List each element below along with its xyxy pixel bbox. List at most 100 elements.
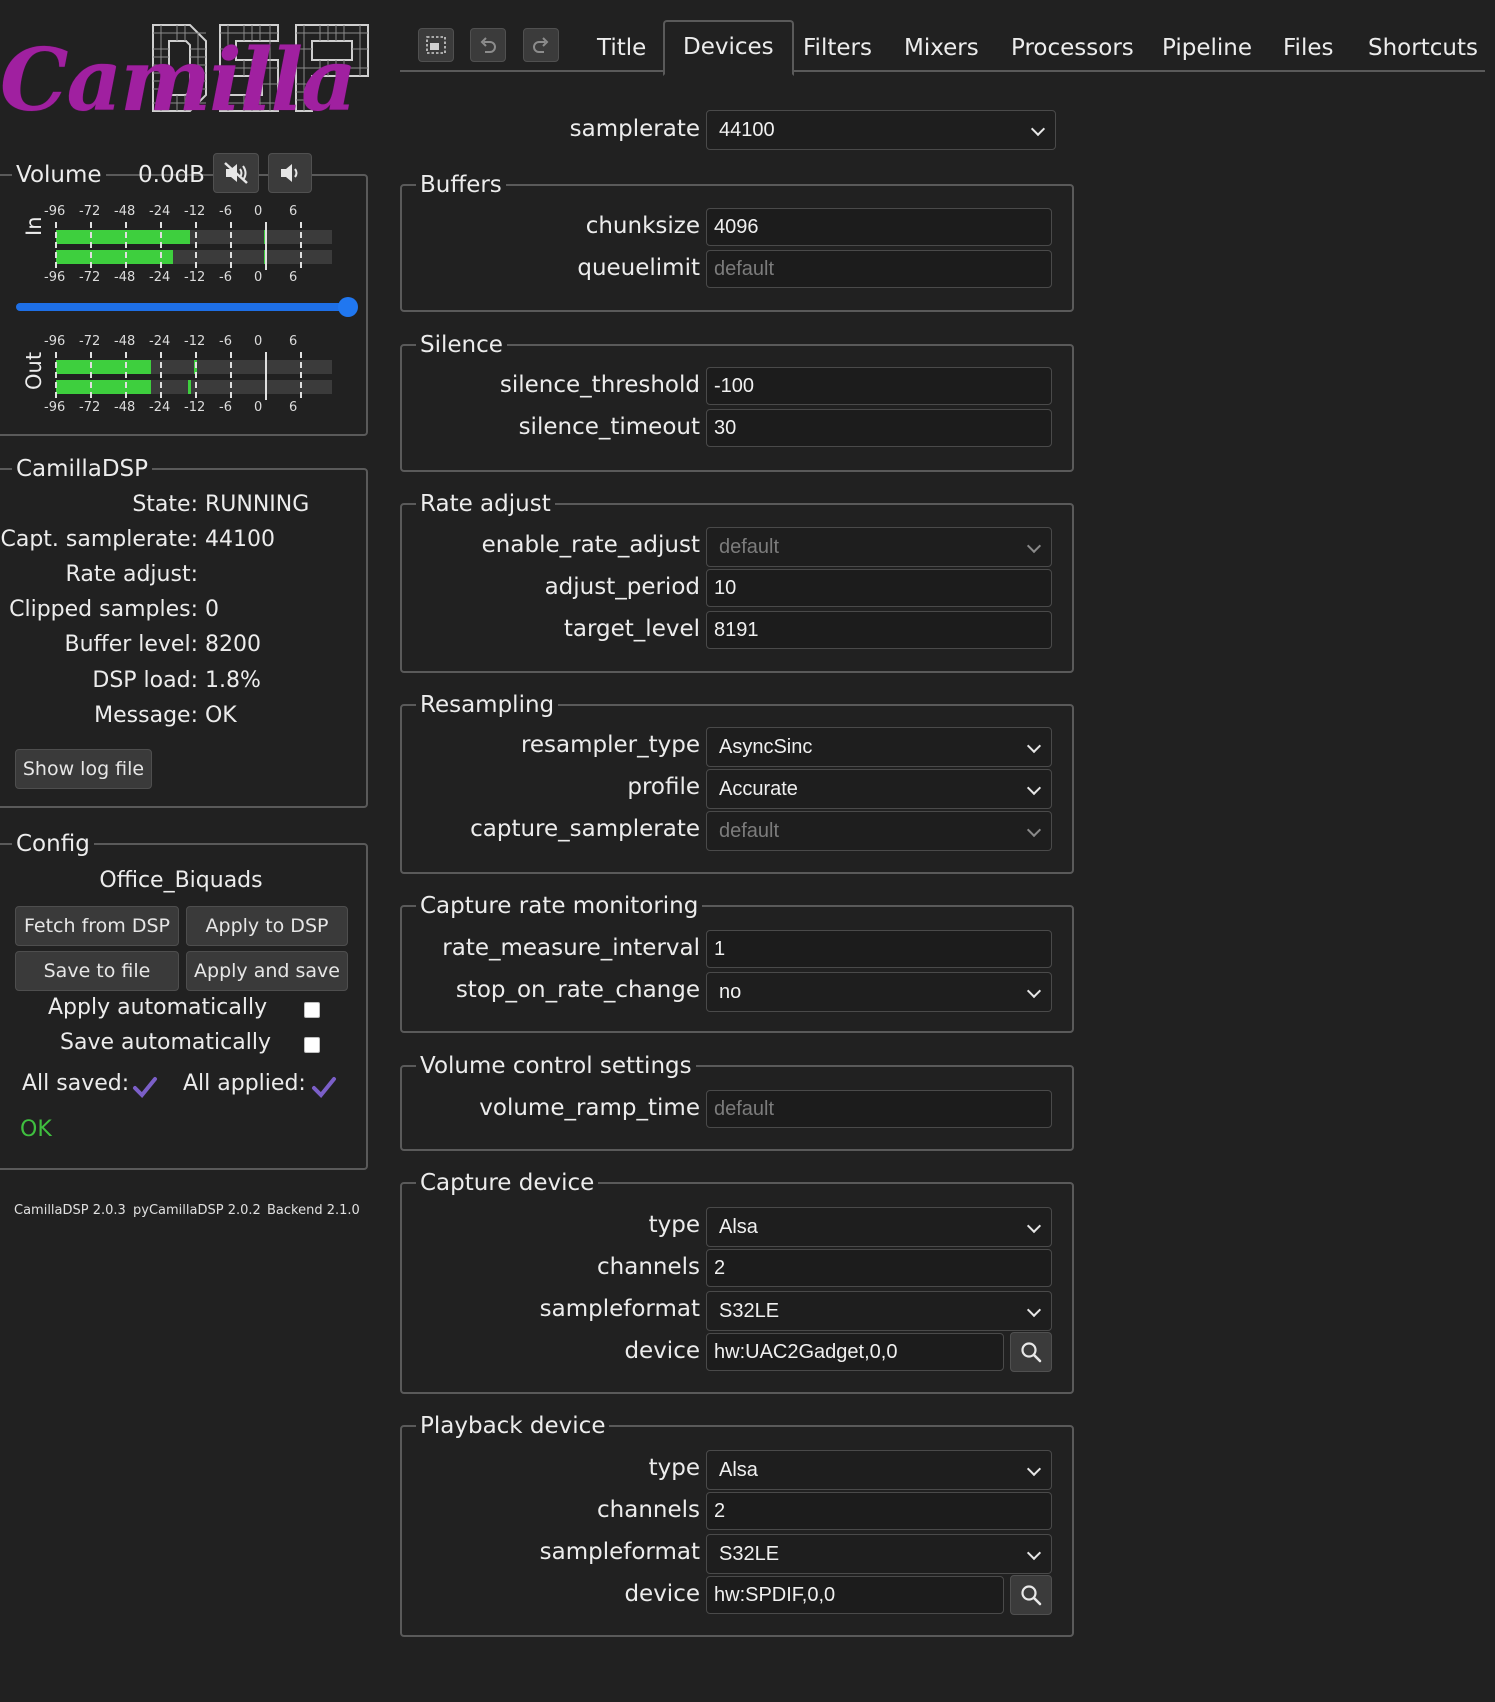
search-icon (1021, 1342, 1042, 1363)
save-automatically-checkbox[interactable] (304, 1037, 320, 1053)
out-scale-label-top: -96 (44, 334, 66, 349)
tab-title[interactable]: Title (597, 24, 646, 72)
volume-slider[interactable] (16, 297, 358, 317)
capture-type-label: type (648, 1212, 700, 1238)
capture-device-input[interactable]: hw:UAC2Gadget,0,0 (706, 1333, 1004, 1371)
in-meter-level (56, 230, 191, 244)
status-value: 8200 (198, 632, 261, 657)
in-scale-label-bottom: -24 (149, 270, 171, 285)
pycamilladsp-version: pyCamillaDSP 2.0.2 (133, 1203, 261, 1218)
queuelimit-input[interactable]: default (706, 250, 1052, 288)
capture-device-legend: Capture device (416, 1168, 599, 1198)
profile-select[interactable]: Accurate (706, 769, 1052, 809)
tab-filters[interactable]: Filters (803, 24, 872, 72)
status-value: RUNNING (198, 492, 310, 517)
chevron-down-icon (1026, 738, 1042, 754)
apply-to-dsp-button[interactable]: Apply to DSP (186, 906, 348, 946)
tab-processors[interactable]: Processors (1011, 24, 1134, 72)
stop-on-rate-change-value: no (719, 981, 742, 1003)
out-scale-label-bottom: -24 (149, 400, 171, 415)
select-all-button[interactable] (418, 28, 454, 62)
tab-pipeline[interactable]: Pipeline (1162, 24, 1252, 72)
in-scale-tick (55, 222, 57, 270)
playback-device-search-button[interactable] (1010, 1575, 1052, 1615)
capture-device-search-button[interactable] (1010, 1332, 1052, 1372)
config-message: OK (20, 1117, 52, 1142)
capture-type-select[interactable]: Alsa (706, 1207, 1052, 1247)
in-scale-label-top: -24 (149, 204, 171, 219)
status-label: Capt. samplerate: (0, 527, 198, 552)
status-row: Buffer level: 8200 (0, 632, 261, 657)
volume-ramp-time-input[interactable]: default (706, 1090, 1052, 1128)
capture-sampleformat-label: sampleformat (539, 1296, 700, 1322)
out-scale-label-bottom: 6 (289, 400, 298, 415)
status-label: State: (132, 492, 198, 517)
playback-device-input[interactable]: hw:SPDIF,0,0 (706, 1576, 1004, 1614)
status-value: OK (198, 703, 237, 728)
target-level-input[interactable]: 8191 (706, 611, 1052, 649)
status-row: Capt. samplerate: 44100 (0, 527, 275, 552)
chevron-down-icon (1026, 1461, 1042, 1477)
rate-measure-interval-input[interactable]: 1 (706, 930, 1052, 968)
in-scale-label-bottom: 0 (254, 270, 263, 285)
buffers-legend: Buffers (416, 170, 506, 200)
stop-on-rate-change-select[interactable]: no (706, 972, 1052, 1012)
in-scale-tick (265, 222, 267, 270)
redo-button[interactable] (523, 28, 559, 62)
capture-device-label: device (624, 1338, 700, 1364)
undo-button[interactable] (470, 28, 506, 62)
in-scale-label-bottom: -72 (79, 270, 101, 285)
fetch-from-dsp-button[interactable]: Fetch from DSP (15, 906, 179, 946)
search-icon (1021, 1585, 1042, 1606)
capture-samplerate-select[interactable]: default (706, 811, 1052, 851)
volume-slider-track (16, 303, 348, 311)
out-scale-label-top: -48 (114, 334, 136, 349)
out-scale-label-bottom: -12 (184, 400, 206, 415)
status-legend: CamillaDSP (12, 454, 153, 484)
samplerate-select[interactable]: 44100 (706, 110, 1056, 150)
mute-button[interactable] (213, 153, 259, 193)
save-to-file-button[interactable]: Save to file (15, 951, 179, 991)
in-scale-tick (125, 222, 127, 270)
resampler-type-select[interactable]: AsyncSinc (706, 727, 1052, 767)
tab-mixers[interactable]: Mixers (904, 24, 979, 72)
volume-slider-thumb[interactable] (338, 297, 358, 317)
rate-adjust-legend: Rate adjust (416, 489, 555, 519)
playback-sampleformat-select[interactable]: S32LE (706, 1534, 1052, 1574)
silence-threshold-label: silence_threshold (499, 372, 700, 398)
apply-automatically-checkbox[interactable] (304, 1002, 320, 1018)
tab-devices[interactable]: Devices (663, 20, 794, 76)
silence-threshold-input[interactable]: -100 (706, 367, 1052, 405)
undo-icon (480, 37, 496, 53)
status-value: 0 (198, 597, 219, 622)
resampler-type-label: resampler_type (520, 732, 700, 758)
playback-type-select[interactable]: Alsa (706, 1450, 1052, 1490)
playback-channels-input[interactable]: 2 (706, 1492, 1052, 1530)
tab-files[interactable]: Files (1283, 24, 1333, 72)
chunksize-input[interactable]: 4096 (706, 208, 1052, 246)
out-scale-label-bottom: -48 (114, 400, 136, 415)
out-scale-label-top: 0 (254, 334, 263, 349)
unmute-button[interactable] (268, 153, 312, 193)
out-scale-tick (55, 352, 57, 400)
status-row: DSP load: 1.8% (0, 668, 261, 693)
capture-sampleformat-select[interactable]: S32LE (706, 1291, 1052, 1331)
tab-shortcuts[interactable]: Shortcuts (1368, 24, 1478, 72)
adjust-period-input[interactable]: 10 (706, 569, 1052, 607)
out-scale-label-top: -24 (149, 334, 171, 349)
capture-channels-input[interactable]: 2 (706, 1249, 1052, 1287)
in-scale-tick (160, 222, 162, 270)
out-scale-label-bottom: -96 (44, 400, 66, 415)
silence-timeout-input[interactable]: 30 (706, 409, 1052, 447)
show-log-button[interactable]: Show log file (15, 749, 152, 789)
in-scale-label-top: 6 (289, 204, 298, 219)
status-row: Rate adjust: (0, 562, 198, 587)
enable-rate-adjust-label: enable_rate_adjust (481, 532, 700, 558)
enable-rate-adjust-select[interactable]: default (706, 527, 1052, 567)
playback-sampleformat-value: S32LE (719, 1543, 780, 1565)
all-saved-label: All saved: (22, 1071, 130, 1096)
adjust-period-label: adjust_period (544, 574, 700, 600)
apply-and-save-button[interactable]: Apply and save (186, 951, 348, 991)
silence-legend: Silence (416, 330, 507, 360)
playback-type-value: Alsa (719, 1459, 758, 1481)
